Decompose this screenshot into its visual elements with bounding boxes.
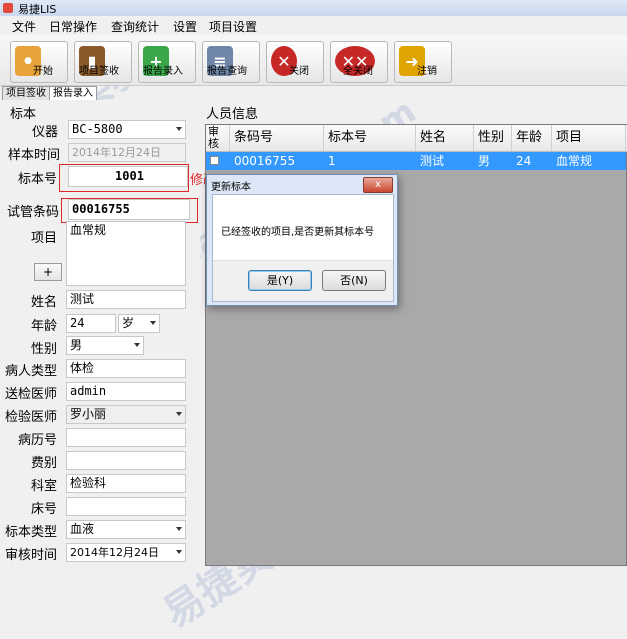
item-list[interactable]: 血常规 — [66, 221, 186, 286]
menu-query-stats[interactable]: 查询统计 — [111, 18, 159, 35]
fee-type-input[interactable] — [66, 451, 186, 470]
close-button[interactable]: ✕ 关闭 — [266, 41, 324, 83]
no-button[interactable]: 否(N) — [322, 270, 386, 291]
instrument-label: 仪器 — [31, 125, 58, 140]
column-header-item[interactable]: 项目 — [552, 125, 626, 151]
name-input[interactable]: 测试 — [66, 290, 186, 309]
menu-item-settings[interactable]: 项目设置 — [209, 18, 257, 35]
panel-title: 人员信息 — [206, 107, 259, 122]
test-doctor-select[interactable]: 罗小丽 — [66, 405, 186, 424]
record-no-input[interactable] — [66, 428, 186, 447]
column-header-name[interactable]: 姓名 — [416, 125, 474, 151]
close-all-button[interactable]: ✕✕ 全关闭 — [330, 41, 388, 83]
cell-sample-no: 1 — [328, 154, 336, 168]
sex-label: 性别 — [30, 342, 57, 357]
grid-header: 审核 条码号 标本号 姓名 性别 年龄 项目 — [206, 125, 627, 152]
column-header-review[interactable]: 审核 — [206, 125, 230, 151]
sex-select[interactable]: 男 — [66, 336, 144, 355]
age-unit-select[interactable]: 岁 — [118, 314, 160, 333]
review-time-label: 审核时间 — [4, 548, 57, 563]
specimen-type-select[interactable]: 血液 — [66, 520, 186, 539]
people-panel: 人员信息 审核 条码号 标本号 姓名 性别 年龄 项目 00016755 1 测… — [200, 100, 627, 566]
tab-strip: 项目签收 报告录入 — [0, 86, 627, 100]
annotation-box — [59, 164, 189, 192]
dialog-title: 更新标本 — [211, 182, 251, 193]
column-header-barcode[interactable]: 条码号 — [230, 125, 324, 151]
patient-type-label: 病人类型 — [4, 364, 57, 379]
sample-time-label: 样本时间 — [7, 148, 60, 163]
section-label: 标本 — [10, 107, 37, 122]
fee-type-label: 费别 — [30, 456, 57, 471]
record-no-label: 病历号 — [17, 433, 57, 448]
calendar-dropdown-icon — [176, 550, 182, 554]
instrument-select[interactable]: BC-5800 — [68, 120, 186, 139]
menu-file[interactable]: 文件 — [12, 18, 36, 35]
item-label: 项目 — [30, 231, 57, 246]
dialog-footer: 是(Y) 否(N) — [213, 260, 393, 301]
cell-item: 血常规 — [556, 154, 593, 168]
department-input[interactable]: 检验科 — [66, 474, 186, 493]
column-header-sample-no[interactable]: 标本号 — [324, 125, 416, 151]
add-item-button[interactable]: + — [34, 263, 62, 281]
cell-age: 24 — [516, 154, 532, 168]
report-query-button[interactable]: ≡ 报告查询 — [202, 41, 260, 83]
department-label: 科室 — [30, 479, 57, 494]
chevron-down-icon — [134, 343, 140, 347]
toolbar: ● 开始 ▮ 项目签收 + 报告录入 ≡ 报告查询 ✕ 关闭 ✕✕ 全关闭 ➜ … — [0, 35, 627, 86]
chevron-down-icon — [176, 527, 182, 531]
dialog-message: 已经签收的项目,是否更新其标本号 — [221, 227, 375, 238]
review-checkbox[interactable] — [210, 156, 219, 165]
cell-name: 测试 — [420, 154, 445, 168]
tab-report-entry[interactable]: 报告录入 — [49, 86, 97, 100]
column-header-sex[interactable]: 性别 — [474, 125, 512, 151]
start-button[interactable]: ● 开始 — [10, 41, 68, 83]
column-header-age[interactable]: 年龄 — [512, 125, 552, 151]
barcode-label: 试管条码 — [6, 205, 59, 220]
age-input[interactable]: 24 — [66, 314, 116, 333]
chevron-down-icon — [176, 127, 182, 131]
bed-input[interactable] — [66, 497, 186, 516]
annotation-box — [61, 198, 198, 223]
menu-settings[interactable]: 设置 — [173, 18, 197, 35]
sample-form: 标本 仪器 BC-5800 样本时间 2014年12月24日 标本号 1001 … — [0, 100, 281, 566]
sample-no-label: 标本号 — [17, 172, 57, 187]
sample-time-picker[interactable]: 2014年12月24日 — [68, 143, 186, 162]
report-entry-button[interactable]: + 报告录入 — [138, 41, 196, 83]
window-title: 易捷LIS — [18, 3, 57, 16]
specimen-type-label: 标本类型 — [4, 525, 57, 540]
cell-sex: 男 — [478, 154, 491, 168]
update-sample-dialog: 更新标本 x 已经签收的项目,是否更新其标本号 是(Y) 否(N) — [206, 174, 398, 306]
table-row[interactable]: 00016755 1 测试 男 24 血常规 — [206, 152, 626, 170]
bed-label: 床号 — [30, 502, 57, 517]
name-label: 姓名 — [30, 295, 57, 310]
review-time-picker[interactable]: 2014年12月24日 — [66, 543, 186, 562]
app-icon — [3, 3, 13, 13]
chevron-down-icon — [176, 412, 182, 416]
sending-doctor-label: 送检医师 — [4, 387, 57, 402]
chevron-down-icon — [150, 321, 156, 325]
sign-in-items-button[interactable]: ▮ 项目签收 — [74, 41, 132, 83]
tab-sign-in[interactable]: 项目签收 — [2, 86, 50, 100]
age-label: 年龄 — [30, 319, 57, 334]
menu-daily-ops[interactable]: 日常操作 — [49, 18, 97, 35]
dialog-close-button[interactable]: x — [363, 177, 393, 193]
menu-bar: 文件 日常操作 查询统计 设置 项目设置 — [0, 16, 627, 35]
yes-button[interactable]: 是(Y) — [248, 270, 312, 291]
cell-barcode: 00016755 — [234, 154, 296, 168]
title-bar: 易捷LIS — [0, 0, 627, 17]
test-doctor-label: 检验医师 — [4, 410, 57, 425]
logout-button[interactable]: ➜ 注销 — [394, 41, 452, 83]
patient-type-input[interactable]: 体检 — [66, 359, 186, 378]
dialog-body: 已经签收的项目,是否更新其标本号 是(Y) 否(N) — [212, 194, 394, 302]
sending-doctor-input[interactable]: admin — [66, 382, 186, 401]
